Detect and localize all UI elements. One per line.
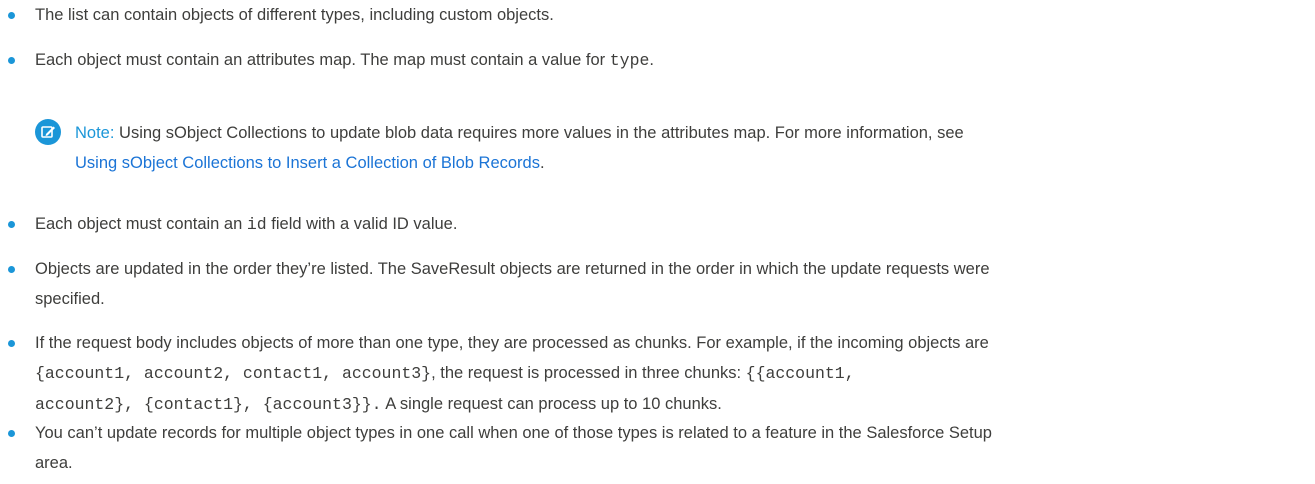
code-incoming-objects: {account1, account2, contact1, account3} — [35, 364, 432, 383]
bullet-icon — [8, 340, 15, 347]
blob-records-link[interactable]: Using sObject Collections to Insert a Co… — [75, 154, 540, 172]
list-item-text: Each object must contain an id field wit… — [35, 215, 458, 234]
edit-note-icon — [35, 119, 61, 145]
bullet-icon — [8, 266, 15, 273]
note-text: Note: Using sObject Collections to updat… — [75, 124, 964, 172]
code-id: id — [246, 215, 267, 234]
bullet-icon — [8, 221, 15, 228]
bullet-icon — [8, 430, 15, 437]
document-body: The list can contain objects of differen… — [0, 0, 1315, 484]
code-chunks-start: {{account1, — [745, 364, 855, 383]
code-type: type — [609, 51, 650, 70]
list-item-text: Objects are updated in the order they’re… — [35, 260, 990, 308]
bullet-icon — [8, 12, 15, 19]
list-item-text: The list can contain objects of differen… — [35, 6, 554, 24]
bullet-icon — [8, 57, 15, 64]
list-item-text: Each object must contain an attributes m… — [35, 51, 654, 70]
list-item-text: If the request body includes objects of … — [35, 334, 989, 414]
code-chunks-end: account2}, {contact1}, {account3}}. — [35, 395, 382, 414]
list-item-text: You can’t update records for multiple ob… — [35, 424, 992, 472]
note-label: Note: — [75, 124, 115, 142]
